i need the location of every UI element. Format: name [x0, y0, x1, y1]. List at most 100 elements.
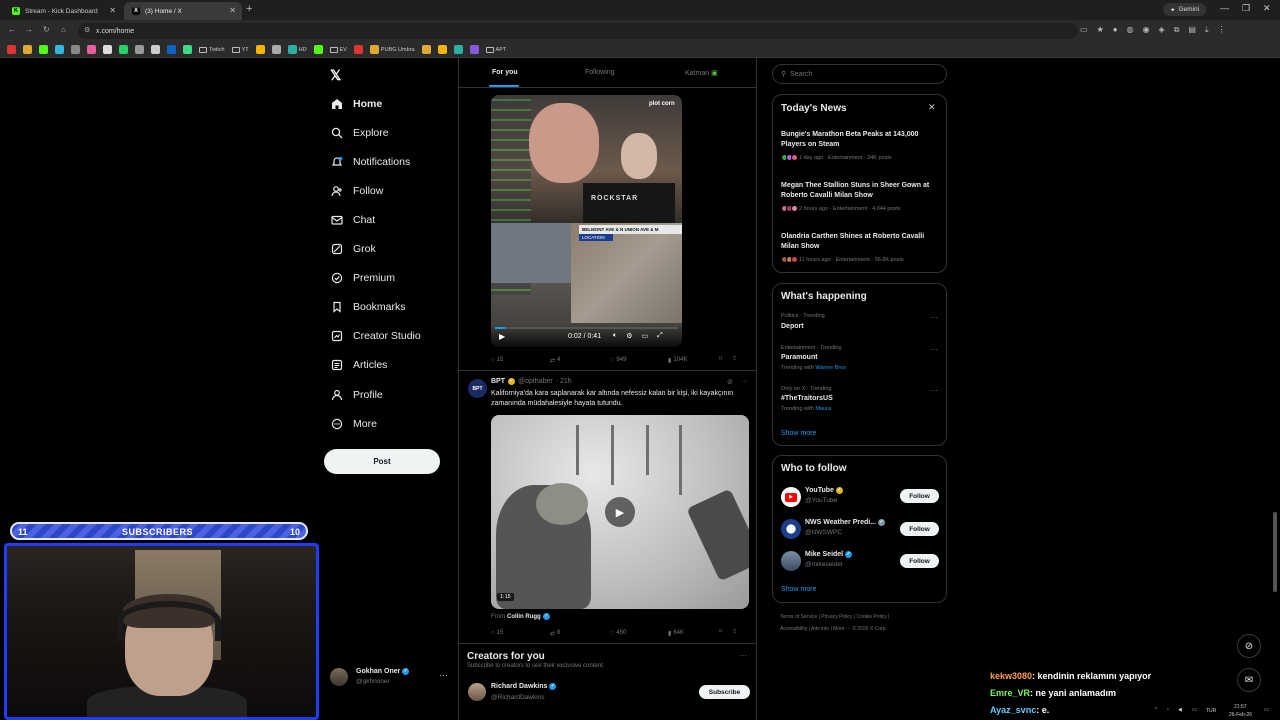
- tab-kick-dashboard[interactable]: K Stream - Kick Dashboard ✕: [4, 2, 122, 20]
- clock-date[interactable]: 26-Feb-26: [1229, 712, 1252, 718]
- bookmark-favicon[interactable]: [183, 45, 192, 54]
- follow-button[interactable]: Follow: [900, 554, 939, 568]
- close-tab-icon[interactable]: ✕: [109, 6, 116, 15]
- bookmark-hd[interactable]: HD: [287, 45, 307, 54]
- bookmark-icon[interactable]: ⌑: [719, 628, 722, 635]
- bookmark-favicon[interactable]: [151, 45, 160, 54]
- bookmark-favicon[interactable]: [167, 45, 176, 54]
- tweet-time[interactable]: · 21h: [556, 378, 572, 385]
- back-icon[interactable]: ←: [8, 25, 16, 34]
- follow-button[interactable]: Follow: [900, 522, 939, 536]
- reply-button[interactable]: ○ 15: [491, 628, 550, 638]
- source-account[interactable]: Collin Rugg: [507, 614, 541, 620]
- extension-icon[interactable]: ◈: [1159, 25, 1165, 35]
- bookmark-twitch[interactable]: Twitch: [199, 46, 225, 53]
- tab-katman[interactable]: Katman ▣: [685, 69, 718, 77]
- trend-name[interactable]: Paramount: [781, 354, 818, 361]
- more-dots-icon[interactable]: ···: [930, 386, 938, 395]
- clock-time[interactable]: 21:57: [1234, 704, 1247, 710]
- extension-icon[interactable]: ◍: [1127, 25, 1134, 35]
- more-dots-icon[interactable]: ···: [930, 313, 938, 322]
- bookmark-favicon[interactable]: [7, 45, 16, 54]
- post-button[interactable]: Post: [324, 449, 440, 474]
- x-logo-icon[interactable]: 𝕏: [330, 67, 341, 84]
- extension-icon[interactable]: ◉: [1143, 25, 1150, 35]
- play-icon[interactable]: ▶: [499, 332, 505, 341]
- grok-icon[interactable]: ⊘: [1237, 634, 1261, 658]
- subscribe-button[interactable]: Subscribe: [699, 685, 750, 699]
- share-icon[interactable]: ⇪: [732, 628, 737, 635]
- bookmark-favicon[interactable]: [353, 45, 363, 54]
- news-headline[interactable]: Olandria Carthen Shines at Roberto Caval…: [781, 232, 941, 252]
- bookmark-pubg[interactable]: PUBG Umbra: [369, 45, 415, 54]
- download-icon[interactable]: ⤓: [1205, 25, 1209, 35]
- minimize-icon[interactable]: —: [1220, 3, 1229, 13]
- more-dots-icon[interactable]: ···: [439, 670, 448, 680]
- tweet-author-handle[interactable]: @opthaber: [518, 378, 553, 385]
- more-dots-icon[interactable]: ···: [739, 651, 747, 660]
- nav-profile[interactable]: Profile: [330, 385, 383, 405]
- network-icon[interactable]: ◔: [1166, 707, 1169, 713]
- nav-grok[interactable]: Grok: [330, 239, 376, 259]
- forward-icon[interactable]: →: [25, 25, 33, 34]
- gemini-button[interactable]: ✦ Gemini: [1163, 3, 1207, 16]
- nav-creator-studio[interactable]: Creator Studio: [330, 326, 421, 346]
- show-more-link[interactable]: Show more: [781, 586, 816, 593]
- bookmark-yt[interactable]: YT: [231, 46, 249, 53]
- volume-icon[interactable]: 🔈︎: [613, 332, 617, 340]
- avatar[interactable]: [781, 551, 801, 571]
- creator-name[interactable]: Richard Dawkins ✓: [491, 683, 557, 690]
- nav-articles[interactable]: Articles: [330, 355, 387, 375]
- nav-explore[interactable]: Explore: [330, 123, 389, 143]
- avatar[interactable]: BPT: [468, 379, 487, 398]
- close-window-icon[interactable]: ✕: [1263, 3, 1271, 14]
- repost-button[interactable]: ⇄ 4: [550, 355, 609, 365]
- battery-icon[interactable]: ▭: [1192, 707, 1197, 713]
- bookmark-favicon[interactable]: [437, 45, 447, 54]
- nws-logo-icon[interactable]: [781, 519, 801, 539]
- language-indicator[interactable]: TUR: [1206, 708, 1216, 714]
- bookmark-favicon[interactable]: [103, 45, 112, 54]
- tab-x-home[interactable]: X (3) Home / X ✕: [124, 2, 242, 20]
- youtube-icon[interactable]: ▶: [781, 487, 801, 507]
- tab-following[interactable]: Following: [585, 69, 615, 76]
- reload-icon[interactable]: ↻: [43, 25, 50, 34]
- nav-more[interactable]: More: [330, 414, 377, 434]
- footer-line[interactable]: Terms of Service | Privacy Policy | Cook…: [780, 611, 950, 623]
- suggested-name[interactable]: Mike Seidel ✓: [805, 551, 853, 558]
- bookmark-favicon[interactable]: [39, 45, 48, 54]
- bookmark-apt[interactable]: APT: [485, 46, 506, 53]
- suggested-name[interactable]: YouTube ✓: [805, 487, 843, 494]
- messages-icon[interactable]: ✉: [1237, 668, 1261, 692]
- bookmark-favicon[interactable]: [271, 45, 281, 54]
- search-input[interactable]: ⚲ Search: [772, 64, 947, 84]
- bookmark-favicon[interactable]: [255, 45, 265, 54]
- star-icon[interactable]: ★: [1097, 25, 1104, 35]
- video-player[interactable]: ROCKSTAR plot corn BELMONT AVE & N UNION…: [491, 95, 682, 347]
- bookmark-favicon[interactable]: [453, 45, 463, 54]
- notification-icon[interactable]: ▭: [1264, 707, 1269, 713]
- menu-dots-icon[interactable]: ⋮: [1218, 25, 1226, 35]
- sidepanel-icon[interactable]: ▤: [1188, 25, 1196, 35]
- news-headline[interactable]: Bungie's Marathon Beta Peaks at 143,000 …: [781, 130, 941, 150]
- nav-chat[interactable]: Chat: [330, 210, 375, 230]
- bookmark-favicon[interactable]: [469, 45, 479, 54]
- volume-icon[interactable]: ◀: [1178, 707, 1182, 713]
- avatar[interactable]: [468, 683, 486, 701]
- bookmark-ev[interactable]: EV: [329, 46, 347, 53]
- video-player[interactable]: ▶ 1:15: [491, 415, 749, 609]
- more-dots-icon[interactable]: ···: [930, 345, 938, 354]
- url-input[interactable]: ⚙ x.com/home: [78, 23, 1078, 39]
- account-switcher[interactable]: Gokhan Oner ✓ @gkhnoner ···: [330, 666, 450, 690]
- video-progress-bar[interactable]: [495, 327, 678, 329]
- site-info-icon[interactable]: ⚙: [84, 26, 90, 34]
- like-button[interactable]: ♡ 450: [609, 628, 668, 638]
- new-tab-button[interactable]: +: [246, 3, 252, 15]
- reply-button[interactable]: ○ 15: [491, 355, 550, 365]
- grok-icon[interactable]: ⊘: [727, 378, 733, 386]
- nav-premium[interactable]: Premium: [330, 268, 395, 288]
- more-dots-icon[interactable]: ···: [741, 378, 748, 386]
- nav-bookmarks[interactable]: Bookmarks: [330, 297, 406, 317]
- like-button[interactable]: ♡ 949: [609, 355, 668, 365]
- nav-home[interactable]: Home: [330, 94, 382, 114]
